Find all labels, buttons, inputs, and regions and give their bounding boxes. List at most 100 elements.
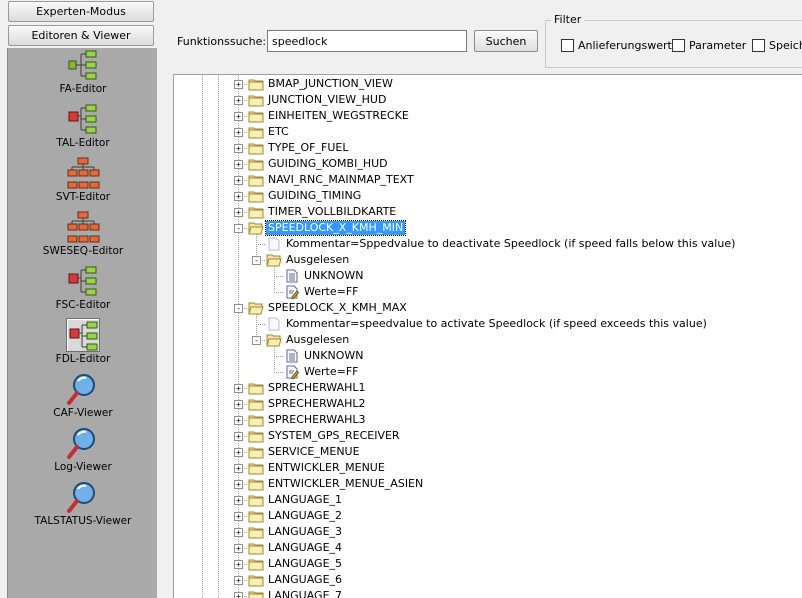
tree-node-label[interactable]: SPRECHERWAHL1	[266, 381, 368, 395]
tool-fdl-editor[interactable]: FDL-Editor	[8, 318, 158, 372]
tree-node[interactable]: Kommentar=speedvalue to activate Speedlo…	[174, 316, 794, 332]
checkbox-box[interactable]	[561, 39, 574, 52]
tree-node-label[interactable]: BMAP_JUNCTION_VIEW	[266, 77, 395, 91]
tree-node-label[interactable]: LANGUAGE_1	[266, 493, 344, 507]
tree-node[interactable]: - SPEEDLOCK_X_KMH_MIN	[174, 220, 794, 236]
tool-fsc-editor[interactable]: FSC-Editor	[8, 264, 158, 318]
tree-node-label[interactable]: UNKNOWN	[302, 349, 366, 363]
tree-node-label[interactable]: ENTWICKLER_MENUE_ASIEN	[266, 477, 425, 491]
tree-node-label[interactable]: SPRECHERWAHL2	[266, 397, 368, 411]
sweseq-editor-icon[interactable]	[66, 210, 100, 244]
tree-node[interactable]: + SPRECHERWAHL1	[174, 380, 794, 396]
tree-node-label[interactable]: SPEEDLOCK_X_KMH_MIN	[264, 220, 407, 236]
tree-node-label[interactable]: LANGUAGE_5	[266, 557, 344, 571]
tool-log-viewer[interactable]: Log-Viewer	[8, 426, 158, 480]
fa-editor-icon[interactable]	[66, 48, 100, 82]
tree-node[interactable]: + LANGUAGE_2	[174, 508, 794, 524]
tree-node[interactable]: + ENTWICKLER_MENUE	[174, 460, 794, 476]
tool-caf-viewer[interactable]: CAF-Viewer	[8, 372, 158, 426]
expand-toggle[interactable]: +	[234, 432, 243, 441]
expand-toggle[interactable]: +	[234, 96, 243, 105]
tree-node[interactable]: + LANGUAGE_5	[174, 556, 794, 572]
collapse-toggle[interactable]: -	[252, 256, 261, 265]
search-button[interactable]: Suchen	[474, 30, 538, 52]
tool-talstatus-viewer[interactable]: TALSTATUS-Viewer	[8, 480, 158, 534]
tree-node[interactable]: + LANGUAGE_7	[174, 588, 794, 598]
tree-node[interactable]: + GUIDING_KOMBI_HUD	[174, 156, 794, 172]
search-input[interactable]	[267, 30, 467, 52]
tree-node-label[interactable]: SPRECHERWAHL3	[266, 413, 368, 427]
tree-node[interactable]: + ENTWICKLER_MENUE_ASIEN	[174, 476, 794, 492]
tree-node[interactable]: + TYPE_OF_FUEL	[174, 140, 794, 156]
tree-node-label[interactable]: LANGUAGE_6	[266, 573, 344, 587]
tree-node-label[interactable]: SERVICE_MENUE	[266, 445, 362, 459]
tree-node[interactable]: Kommentar=Sppedvalue to deactivate Speed…	[174, 236, 794, 252]
expand-toggle[interactable]: +	[234, 576, 243, 585]
tree-node-label[interactable]: UNKNOWN	[302, 269, 366, 283]
tool-svt-editor[interactable]: SVT-Editor	[8, 156, 158, 210]
tree-node[interactable]: + BMAP_JUNCTION_VIEW	[174, 76, 794, 92]
expand-toggle[interactable]: +	[234, 544, 243, 553]
tal-editor-icon[interactable]	[66, 102, 100, 136]
tree-node[interactable]: + TIMER_VOLLBILDKARTE	[174, 204, 794, 220]
tree-node[interactable]: + ETC	[174, 124, 794, 140]
tree-node[interactable]: - Ausgelesen	[174, 332, 794, 348]
tree-node-label[interactable]: Kommentar=speedvalue to activate Speedlo…	[284, 317, 709, 331]
collapse-toggle[interactable]: -	[252, 336, 261, 345]
tree-node-label[interactable]: LANGUAGE_7	[266, 589, 344, 598]
tree-node[interactable]: + GUIDING_TIMING	[174, 188, 794, 204]
expand-toggle[interactable]: +	[234, 528, 243, 537]
expand-toggle[interactable]: +	[234, 416, 243, 425]
tree-node-label[interactable]: LANGUAGE_2	[266, 509, 344, 523]
tree-node-label[interactable]: LANGUAGE_4	[266, 541, 344, 555]
tree-node-label[interactable]: ETC	[266, 125, 291, 139]
expand-toggle[interactable]: +	[234, 512, 243, 521]
tree-node-label[interactable]: TYPE_OF_FUEL	[266, 141, 350, 155]
expand-toggle[interactable]: +	[234, 208, 243, 217]
tree-node[interactable]: Werte=FF	[174, 284, 794, 300]
tree-node-label[interactable]: JUNCTION_VIEW_HUD	[266, 93, 388, 107]
tree-node[interactable]: + SPRECHERWAHL2	[174, 396, 794, 412]
expand-toggle[interactable]: +	[234, 384, 243, 393]
svt-editor-icon[interactable]	[66, 156, 100, 190]
expand-toggle[interactable]: +	[234, 160, 243, 169]
tree-node[interactable]: + SPRECHERWAHL3	[174, 412, 794, 428]
tool-sweseq-editor[interactable]: SWESEQ-Editor	[8, 210, 158, 264]
caf-viewer-icon[interactable]	[66, 372, 100, 406]
tree-node[interactable]: + LANGUAGE_1	[174, 492, 794, 508]
function-tree[interactable]: + BMAP_JUNCTION_VIEW + JUNCTION_VIEW_HUD + EI…	[173, 74, 802, 598]
tree-node[interactable]: + LANGUAGE_3	[174, 524, 794, 540]
tree-node-label[interactable]: GUIDING_TIMING	[266, 189, 363, 203]
tree-node-label[interactable]: Werte=FF	[302, 365, 360, 379]
tree-node-label[interactable]: Werte=FF	[302, 285, 360, 299]
tree-node[interactable]: UNKNOWN	[174, 348, 794, 364]
expand-toggle[interactable]: +	[234, 112, 243, 121]
tree-node-label[interactable]: Ausgelesen	[284, 253, 351, 267]
tree-node[interactable]: - Ausgelesen	[174, 252, 794, 268]
tree-node[interactable]: + EINHEITEN_WEGSTRECKE	[174, 108, 794, 124]
tree-node-label[interactable]: TIMER_VOLLBILDKARTE	[266, 205, 398, 219]
tree-node[interactable]: - SPEEDLOCK_X_KMH_MAX	[174, 300, 794, 316]
tree-node-label[interactable]: ENTWICKLER_MENUE	[266, 461, 387, 475]
fsc-editor-icon[interactable]	[66, 264, 100, 298]
expand-toggle[interactable]: +	[234, 560, 243, 569]
editors-viewers-button[interactable]: Editoren & Viewer	[8, 25, 154, 46]
expand-toggle[interactable]: +	[234, 176, 243, 185]
checkbox-box[interactable]	[672, 39, 685, 52]
expert-mode-button[interactable]: Experten-Modus	[8, 1, 154, 22]
fdl-editor-icon[interactable]	[66, 318, 100, 352]
expand-toggle[interactable]: +	[234, 464, 243, 473]
expand-toggle[interactable]: +	[234, 192, 243, 201]
tree-node-label[interactable]: Kommentar=Sppedvalue to deactivate Speed…	[284, 237, 737, 251]
collapse-toggle[interactable]: -	[234, 304, 243, 313]
tree-node-label[interactable]: Ausgelesen	[284, 333, 351, 347]
tree-node[interactable]: + SERVICE_MENUE	[174, 444, 794, 460]
tree-node-label[interactable]: GUIDING_KOMBI_HUD	[266, 157, 390, 171]
tree-node[interactable]: + NAVI_RNC_MAINMAP_TEXT	[174, 172, 794, 188]
tree-node[interactable]: + LANGUAGE_4	[174, 540, 794, 556]
tree-node-label[interactable]: NAVI_RNC_MAINMAP_TEXT	[266, 173, 416, 187]
expand-toggle[interactable]: +	[234, 448, 243, 457]
filter-parameter-checkbox[interactable]: Parameter	[672, 39, 746, 52]
expand-toggle[interactable]: +	[234, 480, 243, 489]
talstatus-viewer-icon[interactable]	[66, 480, 100, 514]
